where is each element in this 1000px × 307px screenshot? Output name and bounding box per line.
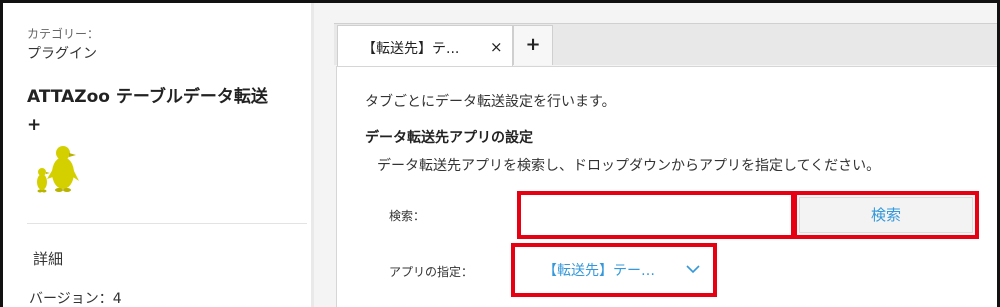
add-tab-button[interactable]: + <box>513 25 553 65</box>
category-value: プラグイン <box>27 46 97 62</box>
search-button[interactable]: 検索 <box>793 191 979 239</box>
app-select-dropdown[interactable]: 【転送先】テー… <box>511 243 717 297</box>
search-button-label: 検索 <box>799 197 973 233</box>
plugin-title: ATTAZoo テーブルデータ転送 + <box>27 83 297 139</box>
penguin-mascot-icon <box>37 146 79 193</box>
search-label: 検索： <box>389 209 426 223</box>
plugin-title-line2: + <box>27 115 42 135</box>
version-text: バージョン：4 <box>29 291 122 307</box>
plugin-title-line1: ATTAZoo テーブルデータ転送 <box>27 87 268 107</box>
app-select-label: アプリの指定： <box>389 265 474 279</box>
panel-description: タブごとにデータ転送設定を行います。 <box>365 94 616 110</box>
tab-label: 【転送先】テ... <box>362 41 460 57</box>
sidebar-divider <box>27 223 307 224</box>
plugin-sidebar: カテゴリー： プラグイン ATTAZoo テーブルデータ転送 + 詳細 バージョ… <box>3 3 311 307</box>
screen-frame: カテゴリー： プラグイン ATTAZoo テーブルデータ転送 + 詳細 バージョ… <box>0 0 1000 307</box>
section-description: データ転送先アプリを検索し、ドロップダウンからアプリを指定してください。 <box>377 158 881 174</box>
chevron-down-icon <box>686 265 700 274</box>
section-title: データ転送先アプリの設定 <box>365 130 533 146</box>
tab-transfer-destination[interactable]: 【転送先】テ... × <box>337 25 513 67</box>
close-icon[interactable]: × <box>490 38 503 56</box>
search-input[interactable] <box>517 191 795 239</box>
app-select-value: 【転送先】テー… <box>543 263 655 279</box>
detail-link[interactable]: 詳細 <box>33 248 63 269</box>
category-label: カテゴリー： <box>27 27 100 41</box>
settings-panel: タブごとにデータ転送設定を行います。 データ転送先アプリの設定 データ転送先アプ… <box>336 66 997 307</box>
